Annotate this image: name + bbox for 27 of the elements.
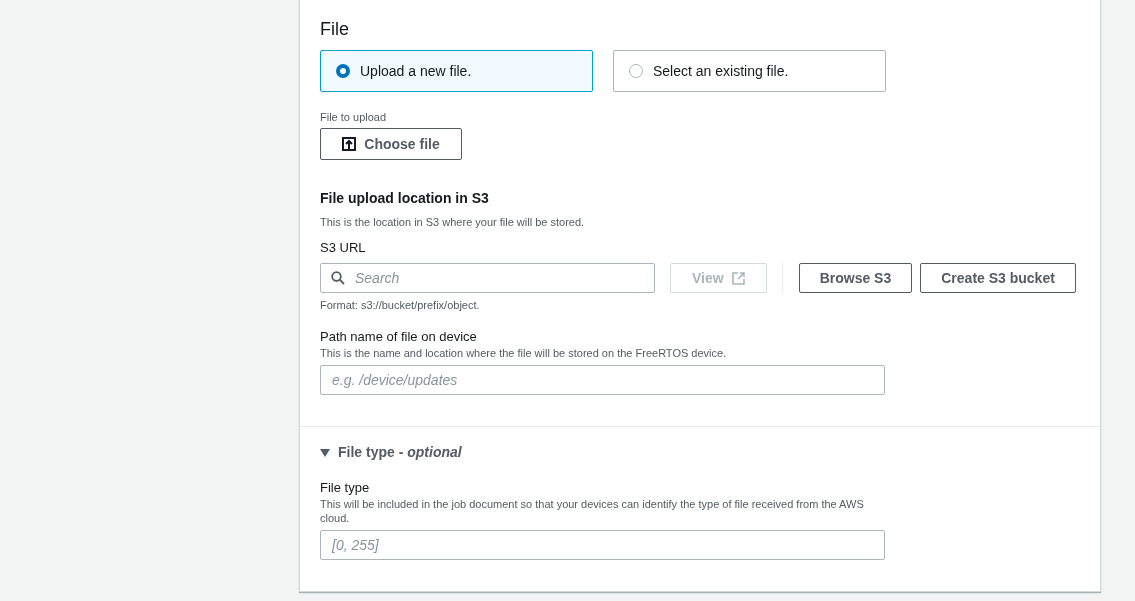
option-label: Select an existing file.	[653, 61, 789, 81]
radio-button[interactable]	[336, 64, 350, 78]
option-label: Upload a new file.	[360, 61, 472, 81]
description-text: This will be included in the job document so that your devices can identify the type of file received from the AWS cloud.	[320, 497, 865, 525]
field-label: File type	[320, 480, 371, 496]
search-icon	[331, 271, 345, 285]
section-title: File	[320, 18, 350, 40]
field-label: Path name of file on device	[320, 329, 478, 345]
radio-button[interactable]	[629, 64, 643, 78]
choose-file-button[interactable]: Choose file	[320, 128, 462, 160]
radio-option-card[interactable]: Select an existing file.	[613, 50, 886, 92]
radio-option-card[interactable]: Upload a new file.	[320, 50, 593, 92]
field-label: File to upload	[320, 110, 388, 124]
expand-section-toggle[interactable]: File type - optional	[320, 442, 462, 463]
action-button[interactable]: Browse S3	[798, 263, 913, 293]
description-text: This is the location in S3 where your file will be stored.	[320, 215, 586, 229]
search-field[interactable]: Search	[320, 263, 655, 293]
description-text: This is the name and location where the file will be stored on the FreeRTOS device.	[320, 346, 728, 360]
action-button[interactable]: Create S3 bucket	[920, 263, 1076, 293]
file-type-input-field[interactable]: [0, 255]	[320, 530, 885, 560]
hint-text: Format: s3://bucket/prefix/object.	[320, 298, 481, 312]
upload-icon	[342, 137, 357, 151]
subsection-title: File upload location in S3	[320, 189, 490, 207]
external-link-icon	[731, 271, 745, 285]
path-input-field[interactable]: e.g. /device/updates	[320, 365, 885, 395]
caret-icon	[320, 447, 330, 458]
field-label: S3 URL	[320, 239, 367, 257]
